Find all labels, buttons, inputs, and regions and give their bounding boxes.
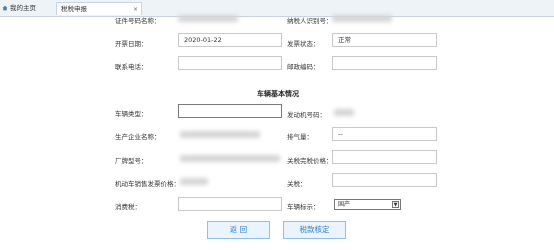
displacement-field[interactable]: -- — [332, 127, 437, 141]
invoice-price-label: 机动车销售发票价格： — [115, 180, 180, 188]
tax-price-label: 关税完税价格： — [287, 157, 333, 165]
consumption-tax-field[interactable] — [178, 197, 282, 211]
tab-tax-declaration[interactable]: 税税申报 × — [56, 2, 142, 15]
redacted-value — [178, 15, 238, 22]
redacted-value — [180, 178, 208, 185]
displacement-label: 排气量： — [287, 133, 313, 141]
section-title: 车辆基本情况 — [257, 90, 299, 98]
chevron-down-icon[interactable]: ▼ — [392, 201, 399, 208]
postcode-label: 邮政编码： — [287, 63, 320, 71]
tab-home[interactable]: 我的主页 — [0, 2, 54, 15]
phone-label: 联系电话： — [115, 63, 148, 71]
customs-duty-field[interactable] — [332, 173, 437, 187]
tab-bar: 我的主页 税税申报 × — [0, 0, 554, 17]
model-label: 厂牌型号： — [115, 157, 148, 165]
taxpayer-id-label: 纳税人识别号： — [287, 17, 333, 25]
tab-active-label: 税税申报 — [61, 5, 87, 13]
tab-home-label: 我的主页 — [10, 4, 36, 12]
id-name-label: 证件号码名称： — [115, 17, 161, 25]
redacted-value — [180, 131, 260, 138]
redacted-value — [334, 109, 354, 116]
redacted-value — [332, 15, 392, 22]
home-icon — [2, 5, 8, 11]
vehicle-type-field[interactable] — [178, 104, 282, 118]
confirm-tax-button[interactable]: 税款核定 — [283, 221, 346, 239]
vehicle-type-label: 车辆类型： — [115, 110, 148, 118]
invoice-date-field[interactable]: 2020-01-22 — [178, 33, 282, 47]
invoice-date-label: 开票日期： — [115, 40, 148, 48]
phone-field[interactable] — [178, 56, 282, 70]
invoice-status-label: 发票状态： — [287, 40, 320, 48]
manufacturer-label: 生产企业名称： — [115, 133, 161, 141]
tax-price-field[interactable] — [332, 150, 437, 164]
back-button[interactable]: 返 回 — [207, 221, 270, 239]
redacted-value — [180, 155, 280, 162]
consumption-tax-label: 消费税： — [115, 203, 141, 211]
vehicle-flag-value: 国产 — [338, 201, 351, 208]
postcode-field[interactable] — [332, 56, 437, 70]
invoice-status-field[interactable]: 正常 — [332, 33, 437, 47]
vehicle-flag-select[interactable]: 国产 ▼ — [334, 199, 401, 210]
customs-duty-label: 关税： — [287, 180, 307, 188]
vehicle-flag-label: 车辆标示： — [287, 203, 320, 211]
engine-no-label: 发动机号码： — [287, 111, 326, 119]
